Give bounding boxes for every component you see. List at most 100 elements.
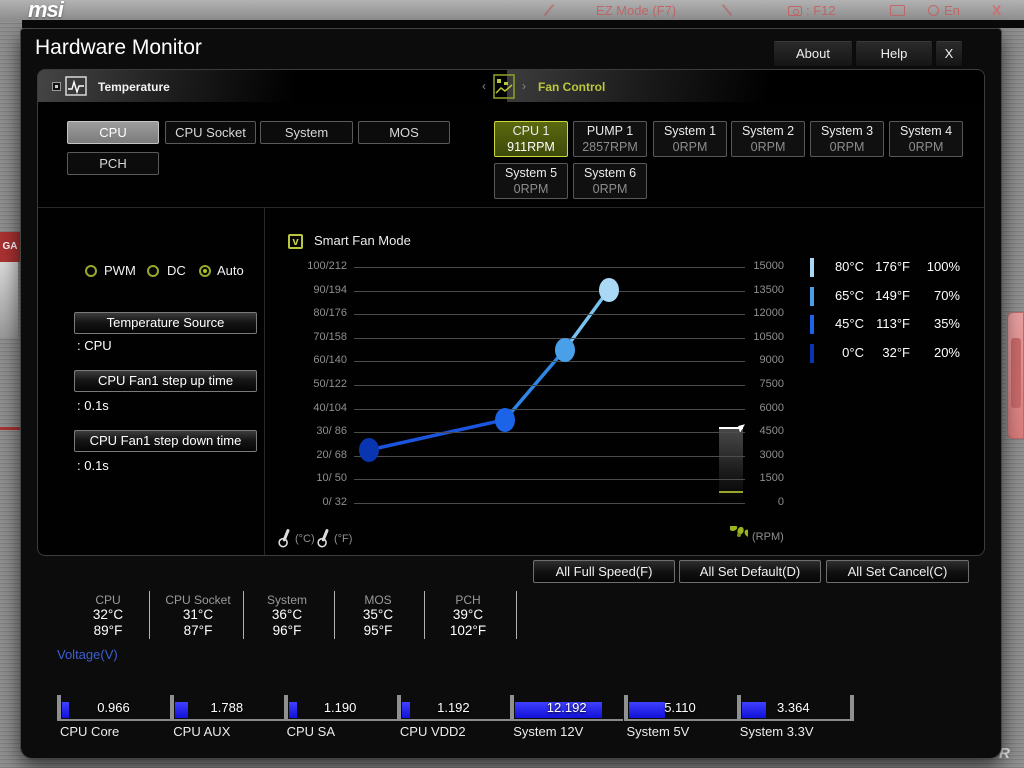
temp-reading-label: CPU: [95, 593, 121, 607]
language-globe-icon[interactable]: [928, 5, 939, 16]
action-button-all-set-default-d-[interactable]: All Set Default(D): [679, 560, 821, 583]
legend-percent: 20%: [933, 345, 960, 360]
voltage-label-system-5v: System 5V: [626, 724, 690, 739]
smart-fan-mode-label: Smart Fan Mode: [314, 233, 411, 248]
legend-temp-c: 45°C: [834, 316, 864, 331]
decor-slash-icon: [721, 3, 733, 17]
help-button[interactable]: Help: [855, 41, 933, 67]
y-left-tick-label: 70/158: [313, 330, 347, 343]
voltage-value-cpu-sa: 1.190: [323, 700, 357, 715]
fan-curve-point-2[interactable]: [554, 337, 575, 362]
y-right-tick-label: 4500: [759, 425, 784, 438]
radio-label-pwm: PWM: [104, 263, 136, 278]
radio-auto[interactable]: [199, 265, 211, 277]
fan-button-system-3[interactable]: System 3 0RPM: [810, 121, 884, 157]
temp-reading-celsius: 35°C: [362, 607, 394, 622]
setting-button-temperature-source[interactable]: Temperature Source: [74, 312, 257, 334]
voltage-track: [396, 719, 511, 721]
fan-speed-slider[interactable]: [719, 424, 747, 505]
fan-button-system-4[interactable]: System 4 0RPM: [889, 121, 963, 157]
y-left-tick-label: 60/140: [313, 354, 347, 367]
display-icon[interactable]: [890, 5, 905, 16]
temp-reading-label: System: [266, 593, 307, 607]
chart-gridline: [354, 432, 745, 434]
temp-tab-cpu-socket[interactable]: CPU Socket: [165, 121, 256, 144]
thermometer-fahrenheit-icon: [317, 529, 329, 548]
fan-curve-point-0[interactable]: [359, 437, 380, 462]
temp-reading-label: PCH: [455, 593, 481, 607]
fan-control-section-label: Fan Control: [538, 80, 606, 94]
temp-reading-celsius: 32°C: [92, 607, 124, 622]
fan-button-pump-1[interactable]: PUMP 1 2857RPM: [573, 121, 647, 157]
temp-reading-fahrenheit: 89°F: [93, 623, 123, 638]
vertical-divider: [264, 207, 265, 555]
chart-gridline: [354, 385, 745, 386]
y-right-tick-label: 0: [777, 496, 784, 508]
temp-reading-divider: [149, 591, 150, 639]
voltage-track: [736, 719, 851, 721]
chevron-right-icon[interactable]: ›: [522, 79, 526, 93]
voltage-value-system-3-3v: 3.364: [777, 700, 810, 715]
fan-name: System 2: [741, 124, 795, 138]
setting-value-cpu-fan1-step-down-time: : 0.1s: [77, 458, 109, 473]
fan-rpm: 911RPM: [507, 140, 555, 154]
voltage-track: [510, 719, 624, 721]
fan-button-system-2[interactable]: System 2 0RPM: [731, 121, 805, 157]
temperature-section-label: Temperature: [98, 80, 170, 94]
temp-tab-cpu[interactable]: CPU: [67, 121, 159, 144]
screenshot-camera-icon[interactable]: [788, 6, 802, 16]
temp-reading-divider: [334, 591, 335, 639]
y-right-tick-label: 9000: [759, 354, 784, 367]
y-right-tick-label: 1500: [759, 472, 784, 485]
setting-button-cpu-fan1-step-down-time[interactable]: CPU Fan1 step down time: [74, 430, 257, 452]
dialog-title: Hardware Monitor: [35, 36, 202, 59]
temp-tab-mos[interactable]: MOS: [358, 121, 450, 144]
radio-dc[interactable]: [147, 265, 159, 277]
temp-tab-pch[interactable]: PCH: [67, 152, 159, 175]
chart-gridline: [354, 337, 745, 339]
action-button-all-full-speed-f-[interactable]: All Full Speed(F): [533, 560, 675, 583]
chevron-left-icon[interactable]: ‹: [482, 79, 486, 93]
setting-value-temperature-source: : CPU: [77, 338, 112, 353]
fan-rpm: 0RPM: [750, 140, 786, 154]
temperature-collapse-icon[interactable]: [52, 82, 61, 91]
action-button-all-set-cancel-c-[interactable]: All Set Cancel(C): [826, 560, 969, 583]
setting-button-cpu-fan1-step-up-time[interactable]: CPU Fan1 step up time: [74, 370, 257, 392]
legend-percent: 70%: [933, 288, 960, 303]
voltage-label-cpu-aux: CPU AUX: [173, 724, 231, 739]
fan-button-system-5[interactable]: System 5 0RPM: [494, 163, 568, 199]
fan-name: CPU 1: [512, 124, 550, 138]
fan-button-system-6[interactable]: System 6 0RPM: [573, 163, 647, 199]
ez-mode-button[interactable]: EZ Mode (F7): [596, 3, 676, 18]
fan-button-cpu-1[interactable]: CPU 1 911RPM: [494, 121, 568, 157]
fan-control-chart-icon: [493, 74, 515, 99]
y-left-tick-label: 50/122: [313, 378, 347, 390]
smart-fan-mode-checkbox[interactable]: [288, 234, 303, 249]
temp-reading-fahrenheit: 95°F: [363, 623, 393, 638]
about-button[interactable]: About: [773, 41, 853, 67]
radio-pwm[interactable]: [85, 265, 97, 277]
bios-close-button[interactable]: X: [992, 2, 1001, 18]
hardware-monitor-dialog: Hardware Monitor About Help X Temperatur…: [20, 28, 1002, 759]
temp-reading-divider: [243, 591, 244, 639]
background-badge: GA: [0, 232, 20, 262]
temp-tab-system[interactable]: System: [260, 121, 353, 144]
fan-button-system-1[interactable]: System 1 0RPM: [653, 121, 727, 157]
y-left-tick-label: 30/ 86: [316, 425, 347, 438]
legend-temp-c: 0°C: [842, 345, 864, 360]
fan-rpm: 0RPM: [513, 182, 549, 196]
fan-rpm-icon: [730, 526, 748, 537]
fan-rpm: 0RPM: [829, 140, 865, 154]
chart-gridline: [354, 267, 745, 268]
voltage-value-system-5v: 5.110: [664, 700, 696, 715]
celsius-unit-label: (°C): [295, 533, 315, 545]
fan-curve-point-3[interactable]: [598, 277, 619, 302]
legend-temp-c: 65°C: [834, 288, 864, 303]
temp-reading-celsius: 39°C: [452, 607, 484, 622]
bios-screen: msi EZ Mode (F7) : F12 En X GA R Hardwar…: [0, 0, 1024, 768]
close-dialog-button[interactable]: X: [935, 41, 963, 67]
voltage-label-cpu-sa: CPU SA: [286, 724, 335, 739]
legend-temp-f: 149°F: [875, 288, 910, 303]
chart-gridline: [354, 361, 745, 363]
fan-curve-point-1[interactable]: [494, 407, 515, 432]
